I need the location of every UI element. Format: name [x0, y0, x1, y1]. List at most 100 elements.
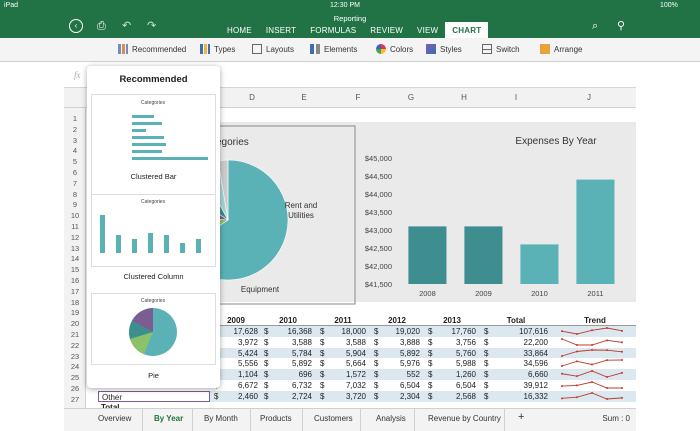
thumb-bar: [132, 136, 164, 139]
switch-button[interactable]: Switch: [482, 44, 520, 54]
sheet-tab-products[interactable]: Products: [260, 414, 292, 423]
thumb-title: Categories: [141, 298, 166, 304]
table-cell[interactable]: $1,260: [424, 369, 480, 380]
table-cell[interactable]: $33,864: [480, 348, 552, 359]
table-header[interactable]: 2012: [370, 315, 424, 326]
table-cell[interactable]: $2,304: [370, 391, 424, 402]
trend-sparkline[interactable]: [558, 380, 628, 390]
thumb-bar: [132, 129, 146, 132]
table-cell[interactable]: $16,368: [260, 326, 316, 337]
recommended-button[interactable]: Recommended: [118, 44, 186, 54]
styles-button[interactable]: Styles: [426, 44, 462, 54]
table-cell[interactable]: $5,988: [424, 358, 480, 369]
undo-icon[interactable]: ↶: [122, 21, 131, 32]
bar[interactable]: [464, 226, 503, 284]
arrange-label: Arrange: [554, 44, 583, 54]
table-header[interactable]: 2013: [424, 315, 480, 326]
back-icon[interactable]: ‹: [69, 19, 83, 33]
table-header[interactable]: 2010: [260, 315, 316, 326]
table-cell[interactable]: $6,732: [260, 380, 316, 391]
sheet-tab-analysis[interactable]: Analysis: [376, 414, 406, 423]
tab-home[interactable]: HOME: [220, 22, 259, 38]
x-tick-label: 2009: [475, 289, 492, 298]
layouts-button[interactable]: Layouts: [252, 44, 294, 54]
cell-other-label[interactable]: Other: [98, 390, 210, 402]
table-cell[interactable]: $5,976: [370, 358, 424, 369]
colors-button[interactable]: Colors: [376, 44, 413, 54]
table-header[interactable]: Total: [480, 315, 552, 326]
trend-sparkline[interactable]: [558, 337, 628, 347]
search-icon[interactable]: ⌕: [592, 21, 598, 32]
arrange-button[interactable]: Arrange: [540, 44, 582, 54]
table-cell[interactable]: $6,504: [370, 380, 424, 391]
table-cell[interactable]: $3,888: [370, 337, 424, 348]
table-cell[interactable]: $3,588: [260, 337, 316, 348]
thumb-bar: [132, 122, 162, 125]
thumb-clustered-column[interactable]: Categories: [91, 194, 216, 267]
table-cell[interactable]: $2,724: [260, 391, 316, 402]
table-cell[interactable]: $39,912: [480, 380, 552, 391]
table-header[interactable]: 2011: [316, 315, 370, 326]
sheet-tab-revenue-by-country[interactable]: Revenue by Country: [428, 414, 501, 423]
file-sync-icon[interactable]: ⎙: [97, 21, 106, 32]
tab-formulas[interactable]: FORMULAS: [303, 22, 363, 38]
table-cell[interactable]: $17,760: [424, 326, 480, 337]
table-cell[interactable]: $22,200: [480, 337, 552, 348]
table-cell[interactable]: $5,664: [316, 358, 370, 369]
table-cell[interactable]: $18,000: [316, 326, 370, 337]
thumb-bar: [132, 150, 162, 153]
option-clustered-bar[interactable]: Clustered Bar: [87, 172, 220, 181]
table-cell[interactable]: $552: [370, 369, 424, 380]
trend-sparkline[interactable]: [558, 391, 628, 401]
table-cell[interactable]: $2,460: [210, 391, 262, 402]
table-cell[interactable]: $107,616: [480, 326, 552, 337]
table-cell[interactable]: $19,020: [370, 326, 424, 337]
table-cell[interactable]: $16,332: [480, 391, 552, 402]
trend-sparkline[interactable]: [558, 369, 628, 379]
share-user-icon[interactable]: ⚲: [617, 21, 625, 32]
table-cell[interactable]: $7,032: [316, 380, 370, 391]
add-sheet-button[interactable]: +: [518, 411, 524, 423]
bar[interactable]: [520, 244, 559, 284]
table-cell[interactable]: $3,720: [316, 391, 370, 402]
bar[interactable]: [408, 226, 447, 284]
bar[interactable]: [576, 179, 615, 284]
table-cell[interactable]: $3,588: [316, 337, 370, 348]
table-cell[interactable]: $696: [260, 369, 316, 380]
tab-view[interactable]: VIEW: [410, 22, 445, 38]
redo-icon[interactable]: ↷: [147, 21, 156, 32]
bar-chart[interactable]: Expenses By Year $41,500 $42,000 $42,500 $43…: [365, 136, 615, 298]
elements-button[interactable]: Elements: [310, 44, 357, 54]
table-cell[interactable]: $2,568: [424, 391, 480, 402]
table-cell[interactable]: $1,572: [316, 369, 370, 380]
option-clustered-column[interactable]: Clustered Column: [87, 272, 220, 281]
thumb-title: Categories: [141, 199, 166, 205]
table-cell[interactable]: $5,892: [370, 348, 424, 359]
table-cell[interactable]: $5,892: [260, 358, 316, 369]
sheet-tab-by-year[interactable]: By Year: [154, 414, 183, 423]
sheet-tab-customers[interactable]: Customers: [314, 414, 353, 423]
table-header[interactable]: Trend: [552, 315, 636, 326]
trend-sparkline[interactable]: [558, 326, 628, 336]
thumb-column: [132, 239, 137, 253]
table-cell[interactable]: $6,660: [480, 369, 552, 380]
option-pie[interactable]: Pie: [87, 371, 220, 380]
clustered-column-thumb-svg: Categories: [100, 199, 201, 253]
thumb-pie[interactable]: Categories: [91, 293, 216, 365]
tab-insert[interactable]: INSERT: [259, 22, 303, 38]
tab-review[interactable]: REVIEW: [363, 22, 410, 38]
sheet-tab-by-month[interactable]: By Month: [204, 414, 238, 423]
sheet-tab-overview[interactable]: Overview: [98, 414, 131, 423]
table-cell[interactable]: $5,760: [424, 348, 480, 359]
table-cell[interactable]: $3,756: [424, 337, 480, 348]
table-cell[interactable]: $6,504: [424, 380, 480, 391]
y-tick-label: $41,500: [365, 280, 392, 289]
table-cell[interactable]: $5,904: [316, 348, 370, 359]
table-cell[interactable]: $5,784: [260, 348, 316, 359]
trend-sparkline[interactable]: [558, 358, 628, 368]
tab-chart[interactable]: CHART: [445, 22, 489, 38]
types-button[interactable]: Types: [200, 44, 235, 54]
table-cell[interactable]: $34,596: [480, 358, 552, 369]
trend-sparkline[interactable]: [558, 348, 628, 358]
chart-types-icon: [200, 44, 210, 54]
